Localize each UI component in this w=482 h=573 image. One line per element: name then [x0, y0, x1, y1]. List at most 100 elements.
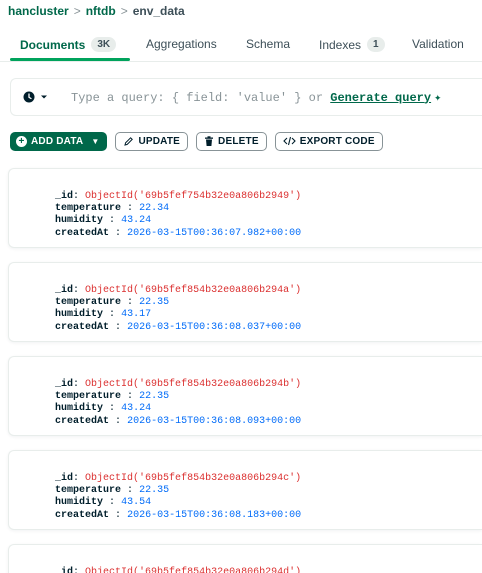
- field-value-objectid: ObjectId('69b5fef754b32e0a806b2949'): [85, 191, 302, 202]
- breadcrumb-cluster[interactable]: hancluster: [8, 4, 69, 18]
- field-value-number: 22.34: [139, 203, 170, 215]
- tab-schema[interactable]: Schema: [246, 37, 290, 51]
- field-row-humidity: humidity : 43.54: [55, 497, 152, 509]
- add-data-button[interactable]: + ADD DATA ▼: [10, 131, 108, 151]
- field-key: _id: [55, 285, 74, 296]
- query-bar: Type a query: { field: 'value' } or Gene…: [10, 78, 482, 116]
- field-row-humidity: humidity : 43.24: [55, 215, 152, 227]
- trash-icon: [205, 135, 214, 146]
- field-key: humidity: [55, 215, 104, 227]
- delete-label: DELETE: [218, 135, 259, 147]
- collection-tabs: Documents 3K Aggregations Schema Indexes…: [0, 32, 482, 62]
- field-value-date: 2026-03-15T00:36:07.982+00:00: [127, 227, 302, 239]
- indexes-count-badge: 1: [367, 37, 385, 52]
- document-fields: _id: ObjectId('69b5fef854b32e0a806b294d'…: [55, 567, 301, 573]
- generate-query-link[interactable]: Generate query: [330, 91, 431, 105]
- field-value-number: 22.35: [139, 485, 170, 497]
- field-value-date: 2026-03-15T00:36:08.037+00:00: [127, 321, 302, 333]
- field-row-id: _id: ObjectId('69b5fef754b32e0a806b2949'…: [55, 191, 302, 202]
- field-row-id: _id: ObjectId('69b5fef854b32e0a806b294a'…: [55, 285, 302, 296]
- update-label: UPDATE: [138, 135, 181, 147]
- field-row-createdat: createdAt : 2026-03-15T00:36:08.183+00:0…: [55, 509, 302, 521]
- field-row-createdat: createdAt : 2026-03-15T00:36:07.982+00:0…: [55, 227, 302, 239]
- chevron-down-icon: [41, 95, 47, 99]
- add-data-label: ADD DATA: [31, 135, 84, 147]
- field-key: _id: [55, 473, 74, 484]
- field-row-id: _id: ObjectId('69b5fef854b32e0a806b294c'…: [55, 473, 302, 484]
- field-value-number: 43.17: [121, 309, 152, 321]
- breadcrumb-separator: >: [73, 4, 81, 18]
- chevron-down-icon: ▼: [91, 136, 100, 146]
- field-row-temperature: temperature : 22.35: [55, 485, 170, 497]
- document-fields: _id: ObjectId('69b5fef754b32e0a806b2949'…: [55, 191, 301, 240]
- tab-label: Indexes: [319, 37, 362, 52]
- tab-validation[interactable]: Validation: [412, 37, 464, 51]
- document-toolbar: + ADD DATA ▼ UPDATE DELETE EXPORT CODE: [10, 131, 383, 151]
- field-key: _id: [55, 567, 74, 573]
- query-placeholder: Type a query: { field: 'value' } or: [71, 90, 331, 105]
- document-card[interactable]: _id: ObjectId('69b5fef854b32e0a806b294c'…: [8, 450, 482, 530]
- field-value-objectid: ObjectId('69b5fef854b32e0a806b294b'): [85, 379, 302, 390]
- field-key: _id: [55, 191, 74, 202]
- field-row-temperature: temperature : 22.34: [55, 203, 170, 215]
- field-key: temperature: [55, 203, 122, 215]
- breadcrumb: hancluster > nftdb > env_data: [8, 2, 185, 20]
- field-row-temperature: temperature : 22.35: [55, 297, 170, 309]
- sparkle-icon: ✦: [434, 90, 442, 105]
- field-key: temperature: [55, 391, 122, 403]
- update-button[interactable]: UPDATE: [115, 131, 189, 151]
- query-input[interactable]: Type a query: { field: 'value' } or Gene…: [71, 90, 441, 105]
- export-code-button[interactable]: EXPORT CODE: [274, 131, 383, 151]
- field-key: createdAt: [55, 321, 110, 333]
- document-card[interactable]: _id: ObjectId('69b5fef854b32e0a806b294b'…: [8, 356, 482, 436]
- breadcrumb-collection: env_data: [132, 4, 185, 18]
- tab-aggregations[interactable]: Aggregations: [146, 37, 217, 51]
- breadcrumb-separator: >: [120, 4, 128, 18]
- tab-label: Validation: [412, 37, 464, 51]
- field-key: createdAt: [55, 415, 110, 427]
- field-key: createdAt: [55, 227, 110, 239]
- field-value-objectid: ObjectId('69b5fef854b32e0a806b294a'): [85, 285, 302, 296]
- field-row-id: _id: ObjectId('69b5fef854b32e0a806b294b'…: [55, 379, 302, 390]
- field-value-date: 2026-03-15T00:36:08.093+00:00: [127, 415, 302, 427]
- field-value-number: 43.54: [121, 497, 152, 509]
- field-row-humidity: humidity : 43.17: [55, 309, 152, 321]
- tab-label: Schema: [246, 37, 291, 51]
- tab-indexes[interactable]: Indexes 1: [319, 37, 385, 52]
- document-card[interactable]: _id: ObjectId('69b5fef854b32e0a806b294a'…: [8, 262, 482, 342]
- breadcrumb-database[interactable]: nftdb: [86, 4, 116, 18]
- pencil-icon: [124, 136, 134, 146]
- documents-count-badge: 3K: [91, 37, 117, 52]
- field-value-number: 22.35: [139, 297, 170, 309]
- field-value-objectid: ObjectId('69b5fef854b32e0a806b294c'): [85, 473, 302, 484]
- field-key: humidity: [55, 309, 104, 321]
- clock-icon: [23, 91, 35, 103]
- document-card[interactable]: _id: ObjectId('69b5fef754b32e0a806b2949'…: [8, 168, 482, 248]
- export-code-label: EXPORT CODE: [299, 135, 375, 147]
- field-row-temperature: temperature : 22.35: [55, 391, 170, 403]
- field-value-number: 43.24: [121, 215, 152, 227]
- field-key: humidity: [55, 497, 104, 509]
- field-key: temperature: [55, 485, 122, 497]
- delete-button[interactable]: DELETE: [196, 131, 267, 151]
- document-card[interactable]: _id: ObjectId('69b5fef854b32e0a806b294d'…: [8, 544, 482, 573]
- field-row-humidity: humidity : 43.24: [55, 403, 152, 415]
- field-key: humidity: [55, 403, 104, 415]
- document-fields: _id: ObjectId('69b5fef854b32e0a806b294a'…: [55, 285, 301, 334]
- active-tab-indicator: [10, 58, 130, 61]
- document-fields: _id: ObjectId('69b5fef854b32e0a806b294b'…: [55, 379, 301, 428]
- query-history-button[interactable]: [23, 91, 63, 103]
- tab-label: Documents: [20, 37, 86, 52]
- plus-icon: +: [16, 135, 27, 147]
- field-value-number: 43.24: [121, 403, 152, 415]
- document-fields: _id: ObjectId('69b5fef854b32e0a806b294c'…: [55, 473, 301, 522]
- field-key: createdAt: [55, 509, 110, 521]
- field-row-createdat: createdAt : 2026-03-15T00:36:08.093+00:0…: [55, 415, 302, 427]
- tab-label: Aggregations: [146, 37, 217, 51]
- field-key: temperature: [55, 297, 122, 309]
- field-value-number: 22.35: [139, 391, 170, 403]
- tab-documents[interactable]: Documents 3K: [20, 37, 117, 52]
- field-key: _id: [55, 379, 74, 390]
- field-row-id: _id: ObjectId('69b5fef854b32e0a806b294d'…: [55, 567, 301, 573]
- field-value-date: 2026-03-15T00:36:08.183+00:00: [127, 509, 302, 521]
